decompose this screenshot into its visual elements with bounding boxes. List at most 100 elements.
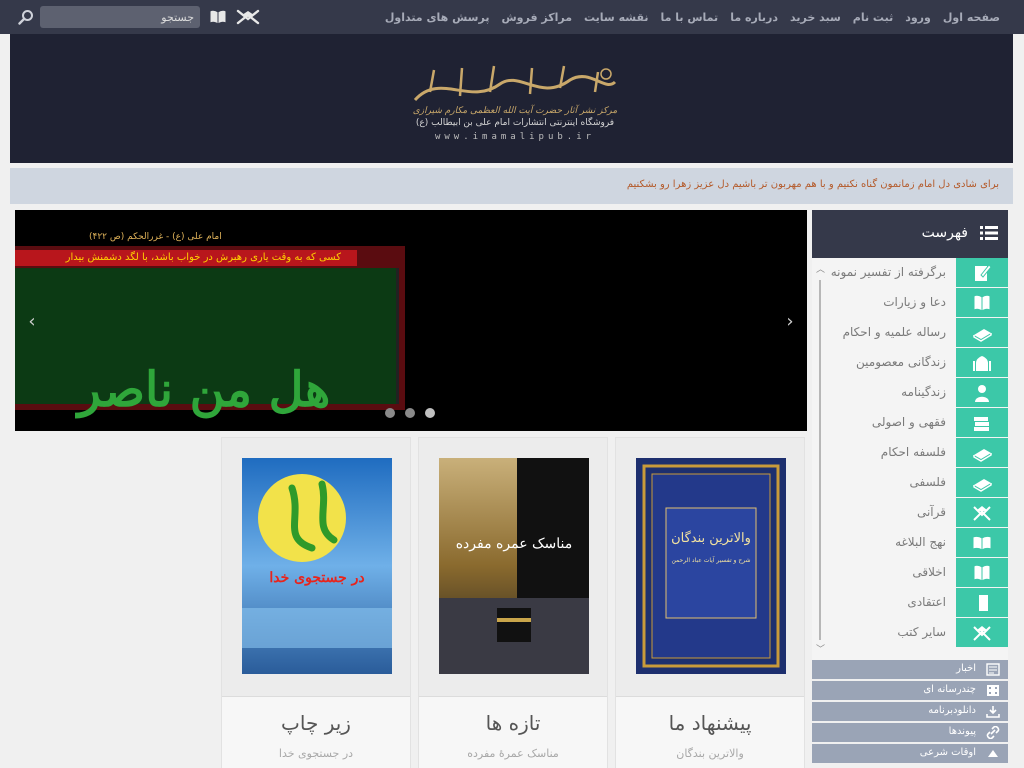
book-cover-image[interactable]: مناسک عمره مفرده bbox=[439, 458, 589, 674]
product-card-suggestion[interactable]: والاترین بندگان شرح و تفسیر آیات عباد ال… bbox=[615, 437, 805, 768]
category-item-icon-box bbox=[956, 318, 1008, 348]
category-scrollbar[interactable]: ︿ ﹀ bbox=[816, 266, 825, 656]
open-book-icon bbox=[973, 564, 991, 582]
sidebar: فهرست برگرفته از تفسیر نمونه دعا و زیارا… bbox=[812, 210, 1008, 768]
card-footer: زیر چاپ در جستجوی خدا bbox=[222, 697, 410, 768]
slider-next-arrow[interactable]: › bbox=[783, 312, 797, 332]
calligraphy-logo-icon bbox=[413, 65, 617, 102]
category-item[interactable]: دعا و زیارات bbox=[812, 288, 1008, 318]
category-item[interactable]: نهج البلاغه bbox=[812, 528, 1008, 558]
card-subtitle[interactable]: در جستجوی خدا bbox=[222, 747, 410, 760]
book-cover-title: مناسک عمره مفرده bbox=[456, 536, 573, 552]
chevron-up-icon bbox=[988, 750, 998, 757]
nav-about-link[interactable]: درباره ما bbox=[730, 11, 778, 24]
category-item[interactable]: سایر کتب bbox=[812, 618, 1008, 648]
category-item-label: فلسفی bbox=[909, 475, 947, 489]
nav-sales-centers-link[interactable]: مراکز فروش bbox=[501, 11, 572, 24]
category-item-label: رساله علمیه و احکام bbox=[842, 325, 946, 339]
book-cover-image[interactable]: در جستجوی خدا bbox=[242, 458, 392, 674]
card-image-area: مناسک عمره مفرده bbox=[419, 438, 607, 696]
accordion-news[interactable]: اخبار bbox=[812, 660, 1008, 679]
card-image-area: در جستجوی خدا bbox=[222, 438, 410, 696]
category-item-icon-box bbox=[956, 468, 1008, 498]
card-subtitle[interactable]: مناسک عمرۀ مفرده bbox=[419, 747, 607, 760]
category-item[interactable]: فلسفه احکام bbox=[812, 438, 1008, 468]
product-card-in-press[interactable]: در جستجوی خدا زیر چاپ در جستجوی خدا bbox=[221, 437, 411, 768]
card-title[interactable]: تازه ها bbox=[419, 711, 607, 735]
card-footer: تازه ها مناسک عمرۀ مفرده bbox=[419, 697, 607, 768]
site-header-banner: مرکز نشر آثار حضرت آیت الله العظمی مکارم… bbox=[10, 34, 1013, 163]
category-item[interactable]: فلسفی bbox=[812, 468, 1008, 498]
slider-dot[interactable] bbox=[405, 408, 415, 418]
category-menu-header[interactable]: فهرست bbox=[812, 210, 1008, 258]
category-item-icon-box bbox=[956, 588, 1008, 618]
category-item-icon-box bbox=[956, 258, 1008, 288]
nav-sitemap-link[interactable]: نقشه سایت bbox=[584, 11, 648, 24]
book-icon bbox=[973, 329, 992, 342]
film-icon bbox=[987, 685, 999, 696]
open-book-icon bbox=[973, 294, 991, 312]
card-subtitle[interactable]: والاترین بندگان bbox=[616, 747, 804, 760]
category-item[interactable]: برگرفته از تفسیر نمونه bbox=[812, 258, 1008, 288]
nav-faq-link[interactable]: پرسش های متداول bbox=[385, 11, 490, 24]
book-icon bbox=[977, 595, 988, 611]
nav-register-link[interactable]: ثبت نام bbox=[853, 11, 893, 24]
mosque-icon bbox=[973, 356, 991, 371]
category-item-label: فلسفه احکام bbox=[880, 445, 946, 459]
category-item-label: قرآنی bbox=[916, 505, 946, 519]
top-navigation-bar: صفحه اول ورود ثبت نام سبد خرید درباره ما… bbox=[0, 0, 1024, 34]
category-item-icon-box bbox=[956, 498, 1008, 528]
category-item-label: اعتقادی bbox=[907, 595, 946, 609]
scroll-down-arrow[interactable]: ﹀ bbox=[816, 646, 825, 655]
accordion-links[interactable]: پیوندها bbox=[812, 723, 1008, 742]
search-icon[interactable] bbox=[18, 9, 34, 25]
open-book-icon bbox=[972, 535, 992, 551]
category-item-icon-box bbox=[956, 528, 1008, 558]
logo-url: www.imamalipub.ir bbox=[434, 132, 596, 142]
site-logo[interactable]: مرکز نشر آثار حضرت آیت الله العظمی مکارم… bbox=[380, 54, 650, 144]
category-item-label: فقهی و اصولی bbox=[871, 415, 946, 429]
card-title[interactable]: پیشنهاد ما bbox=[616, 711, 804, 735]
category-menu-title: فهرست bbox=[921, 225, 968, 241]
category-item[interactable]: قرآنی bbox=[812, 498, 1008, 528]
accordion-multimedia[interactable]: چندرسانه ای bbox=[812, 681, 1008, 700]
quran-stand-icon[interactable] bbox=[236, 9, 260, 25]
category-item-label: زندگینامه bbox=[901, 385, 946, 399]
category-item[interactable]: اخلاقی bbox=[812, 558, 1008, 588]
slider-dot-active[interactable] bbox=[425, 408, 435, 418]
category-item-icon-box bbox=[956, 378, 1008, 408]
nav-home-link[interactable]: صفحه اول bbox=[943, 11, 1000, 24]
accordion-download[interactable]: دانلودبرنامه bbox=[812, 702, 1008, 721]
top-nav-links: صفحه اول ورود ثبت نام سبد خرید درباره ما… bbox=[385, 0, 1000, 34]
category-item[interactable]: زندگانی معصومین bbox=[812, 348, 1008, 378]
category-item[interactable]: فقهی و اصولی bbox=[812, 408, 1008, 438]
nav-contact-link[interactable]: تماس با ما bbox=[661, 11, 719, 24]
category-item-icon-box bbox=[956, 348, 1008, 378]
slider-prev-arrow[interactable]: ‹ bbox=[25, 312, 39, 332]
category-item[interactable]: اعتقادی bbox=[812, 588, 1008, 618]
book-cover-image[interactable]: والاترین بندگان شرح و تفسیر آیات عباد ال… bbox=[636, 458, 786, 674]
image-slider: هل من ناصر ینصرنی امام علی (ع) - غررالحک… bbox=[15, 210, 807, 431]
category-item[interactable]: زندگینامه bbox=[812, 378, 1008, 408]
scroll-track[interactable] bbox=[819, 280, 821, 640]
list-icon bbox=[980, 226, 998, 240]
category-item-label: نهج البلاغه bbox=[895, 535, 946, 549]
search-input[interactable] bbox=[40, 6, 200, 28]
link-icon bbox=[986, 726, 1000, 739]
product-card-new[interactable]: مناسک عمره مفرده تازه ها مناسک عمرۀ مفرد… bbox=[418, 437, 608, 768]
nav-login-link[interactable]: ورود bbox=[905, 11, 931, 24]
slider-dot[interactable] bbox=[385, 408, 395, 418]
pen-book-icon bbox=[975, 264, 992, 281]
category-item-label: برگرفته از تفسیر نمونه bbox=[830, 265, 946, 279]
category-item-icon-box bbox=[956, 288, 1008, 318]
accordion-label: اخبار bbox=[956, 663, 976, 674]
ticker-text[interactable]: برای شادی دل امام زمانمون گناه نکنیم و ب… bbox=[627, 179, 999, 190]
open-book-icon[interactable] bbox=[209, 9, 227, 25]
nav-cart-link[interactable]: سبد خرید bbox=[790, 11, 841, 24]
accordion-prayer-times[interactable]: اوقات شرعی bbox=[812, 744, 1008, 763]
category-item[interactable]: رساله علمیه و احکام bbox=[812, 318, 1008, 348]
scroll-up-arrow[interactable]: ︿ bbox=[816, 266, 825, 275]
logo-title: مرکز نشر آثار حضرت آیت الله العظمی مکارم… bbox=[412, 106, 618, 116]
books-stack-icon bbox=[974, 417, 989, 431]
card-title[interactable]: زیر چاپ bbox=[222, 711, 410, 735]
